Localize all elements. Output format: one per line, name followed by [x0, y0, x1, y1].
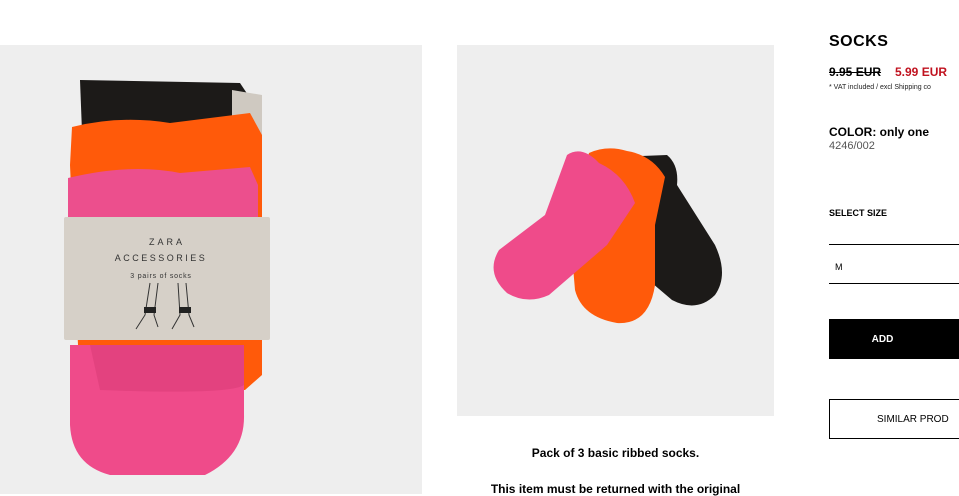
main-product-image[interactable]: ZARA ACCESSORIES 3 pairs of socks [0, 45, 422, 494]
price-old: 9.95 EUR [829, 65, 882, 79]
package-content: 3 pairs of socks [130, 273, 191, 280]
product-title: SOCKS [829, 33, 889, 50]
select-size-label: SELECT SIZE [829, 208, 888, 218]
add-button[interactable]: ADD [829, 319, 959, 359]
add-button-label: ADD [871, 333, 894, 345]
size-value: M [835, 262, 843, 272]
secondary-product-image[interactable] [457, 45, 774, 416]
package-brand: ZARA [149, 237, 185, 247]
size-selector[interactable]: M [829, 244, 959, 284]
product-reference: 4246/002 [829, 140, 875, 152]
package-subtitle: ACCESSORIES [115, 253, 208, 263]
similar-products-button[interactable]: SIMILAR PROD [829, 399, 959, 439]
vat-note: * VAT included / excl Shipping co [829, 84, 931, 91]
price-new: 5.99 EUR [895, 65, 948, 79]
similar-button-label: SIMILAR PROD [877, 413, 949, 425]
description-line-1: Pack of 3 basic ribbed socks. [531, 446, 700, 460]
color-label: COLOR: only one [829, 125, 929, 139]
